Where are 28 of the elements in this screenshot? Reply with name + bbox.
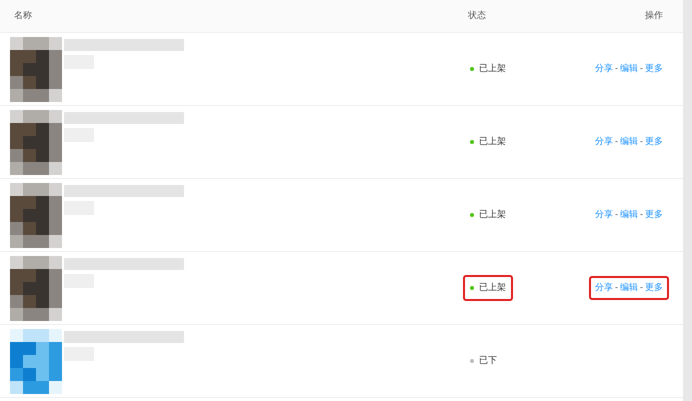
separator-text: -: [640, 62, 643, 76]
separator-text: -: [640, 281, 643, 294]
action-link[interactable]: 更多: [645, 281, 663, 295]
separator-text: -: [615, 62, 618, 76]
status-text: 已上架: [479, 208, 506, 222]
action-link[interactable]: 分享: [595, 281, 613, 295]
status-text: 已下: [479, 354, 497, 368]
action-link[interactable]: 更多: [645, 135, 663, 149]
action-link[interactable]: 编辑: [620, 281, 638, 295]
column-header: 状态: [468, 10, 486, 20]
action-link[interactable]: 编辑: [620, 62, 638, 76]
action-link[interactable]: 编辑: [620, 135, 638, 149]
action-link[interactable]: 分享: [595, 62, 613, 76]
status-text: 已上架: [479, 62, 506, 76]
separator-text: -: [640, 208, 643, 222]
status-text: 已上架: [479, 281, 506, 294]
column-header: 操作: [645, 10, 663, 20]
separator-text: -: [615, 135, 618, 148]
action-link[interactable]: 分享: [595, 135, 613, 149]
action-link[interactable]: 更多: [645, 62, 663, 76]
action-link[interactable]: 更多: [645, 208, 663, 222]
status-text: 已上架: [479, 135, 506, 148]
action-link[interactable]: 编辑: [620, 208, 638, 222]
separator-text: -: [640, 135, 643, 148]
separator-text: -: [615, 208, 618, 222]
separator-text: -: [615, 281, 618, 294]
action-link[interactable]: 分享: [595, 208, 613, 222]
column-header: 名称: [14, 10, 32, 20]
